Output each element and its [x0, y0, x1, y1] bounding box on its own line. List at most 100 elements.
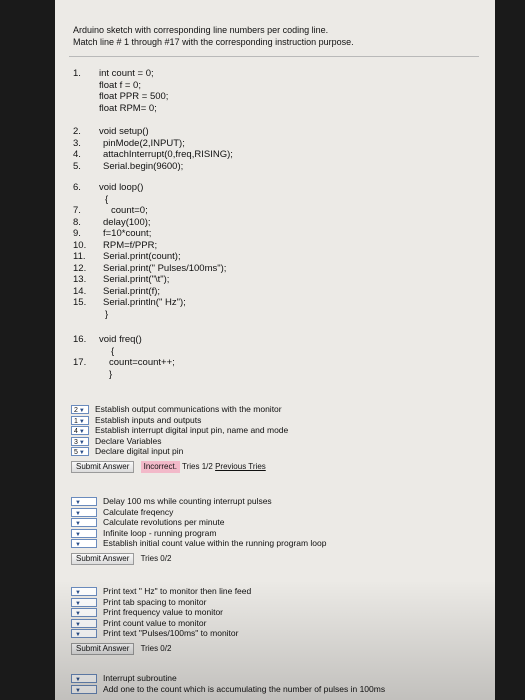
dropdown-arrow-icon: ▼	[75, 600, 81, 607]
answer-select[interactable]: ▼	[71, 629, 97, 639]
code-brace: {	[105, 193, 109, 205]
code-line: float PPR = 500;	[99, 91, 169, 102]
answer-select[interactable]: ▼	[71, 497, 97, 507]
code-line: count=0;	[111, 205, 148, 216]
answer-select[interactable]: 2▼	[71, 405, 89, 415]
dropdown-arrow-icon: ▼	[75, 542, 81, 549]
answer-select[interactable]: 1▼	[71, 415, 89, 425]
code-line: float f = 0;	[99, 79, 141, 91]
header-divider	[69, 56, 479, 57]
dropdown-arrow-icon: ▼	[78, 450, 85, 457]
dropdown-arrow-icon: ▼	[78, 429, 85, 436]
code-line: void setup()	[99, 126, 149, 137]
line-number: 8.	[73, 216, 81, 228]
line-number: 2.	[73, 126, 81, 137]
line-number: 14.	[73, 285, 87, 297]
code-line: float RPM= 0;	[99, 102, 157, 114]
dropdown-arrow-icon: ▼	[78, 418, 85, 425]
code-line: count=count++;	[109, 357, 175, 368]
match-label: Delay 100 ms while counting interrupt pu…	[103, 496, 272, 506]
match-label: Declare Variables	[95, 435, 162, 446]
code-line: Serial.println(" Hz");	[103, 297, 186, 308]
match-row: ▼ Calculate revolutions per minute	[71, 517, 327, 528]
line-number: 1.	[73, 68, 81, 79]
code-line: void loop()	[99, 182, 144, 193]
match-row: ▼ Interrupt subroutine	[71, 673, 385, 684]
match-label: Infinite loop - running program	[103, 527, 217, 538]
match-label: Print count value to monitor	[103, 617, 207, 628]
tries-count: Tries 0/2	[140, 553, 172, 563]
answer-select[interactable]: ▼	[71, 507, 97, 517]
answer-select[interactable]: ▼	[71, 518, 97, 528]
match-label: Interrupt subroutine	[103, 673, 177, 683]
match-label: Calculate freqency	[103, 506, 174, 517]
answer-select[interactable]: ▼	[71, 587, 97, 597]
line-number: 7.	[73, 205, 81, 216]
line-number: 12.	[73, 262, 87, 274]
code-line: Serial.print(f);	[103, 285, 161, 297]
answer-select[interactable]: ▼	[71, 608, 97, 618]
code-line: RPM=f/PPR;	[103, 239, 158, 251]
line-number: 5.	[73, 160, 81, 172]
answer-select[interactable]: ▼	[71, 597, 97, 607]
line-number: 16.	[73, 334, 87, 345]
match-label: Print tab spacing to monitor	[103, 596, 207, 607]
match-label: Establish inputs and outputs	[95, 414, 202, 425]
answer-select[interactable]: ▼	[71, 674, 97, 684]
match-row: ▼ Print text "Pulses/100ms" to monitor	[71, 628, 251, 639]
match-label: Print text "Pulses/100ms" to monitor	[103, 628, 239, 638]
answer-controls: Submit Answer Tries 0/2	[71, 552, 327, 565]
worksheet-page: Arduino sketch with corresponding line n…	[55, 0, 495, 700]
code-brace: }	[105, 308, 109, 320]
line-number: 15.	[73, 297, 87, 308]
match-row: ▼ Infinite loop - running program	[71, 528, 327, 539]
code-line: pinMode(2,INPUT);	[103, 137, 185, 149]
submit-answer-button[interactable]: Submit Answer	[71, 642, 135, 655]
matching-question-4: ▼ Interrupt subroutine ▼ Add one to the co…	[71, 673, 385, 694]
dropdown-arrow-icon: ▼	[75, 611, 81, 618]
submit-answer-button[interactable]: Submit Answer	[71, 552, 135, 565]
answer-select[interactable]: 3▼	[71, 436, 89, 446]
code-line: Serial.begin(9600);	[103, 160, 184, 172]
match-row: ▼ Add one to the count which is accumulat…	[71, 684, 385, 695]
match-row: ▼ Delay 100 ms while counting interrupt p…	[71, 496, 327, 507]
tries-count: Tries 0/2	[140, 643, 172, 653]
answer-select[interactable]: ▼	[71, 618, 97, 628]
match-label: Declare digital input pin	[95, 446, 184, 456]
matching-question-3: ▼ Print text " Hz" to monitor then line f…	[71, 586, 251, 655]
instructions-header: Arduino sketch with corresponding line n…	[73, 24, 354, 48]
answer-select[interactable]: 4▼	[71, 426, 89, 436]
submit-answer-button[interactable]: Submit Answer	[71, 460, 135, 473]
match-row: 2▼ Establish output communications with t…	[71, 404, 288, 415]
tries-count: Tries 1/2	[182, 461, 213, 471]
answer-select[interactable]: 5▼	[71, 447, 89, 457]
match-label: Establish initial count value within the…	[103, 538, 327, 548]
dropdown-arrow-icon: ▼	[78, 439, 85, 446]
line-number: 4.	[73, 149, 81, 160]
answer-select[interactable]: ▼	[71, 528, 97, 538]
code-line: int count = 0;	[99, 68, 154, 79]
code-line: Serial.print("\t");	[103, 274, 170, 285]
previous-tries-link[interactable]: Previous Tries	[215, 462, 266, 471]
answer-select[interactable]: ▼	[71, 539, 97, 549]
matching-question-1: 2▼ Establish output communications with t…	[71, 404, 288, 473]
code-brace: }	[109, 368, 113, 380]
dropdown-arrow-icon: ▼	[75, 621, 81, 628]
line-number: 9.	[73, 228, 81, 239]
code-line: delay(100);	[103, 216, 151, 228]
match-label: Establish interrupt digital input pin, n…	[95, 425, 289, 435]
answer-select[interactable]: ▼	[71, 684, 97, 694]
code-brace: {	[111, 345, 115, 357]
match-row: ▼ Print tab spacing to monitor	[71, 597, 251, 608]
dropdown-arrow-icon: ▼	[78, 408, 85, 415]
match-label: Establish output communications with the…	[95, 404, 282, 414]
line-number: 10.	[73, 239, 87, 251]
line-number: 17.	[73, 357, 87, 368]
match-row: ▼ Print count value to monitor	[71, 618, 251, 629]
code-line: Serial.print(" Pulses/100ms");	[103, 262, 227, 274]
line-number: 13.	[73, 274, 87, 285]
match-label: Calculate revolutions per minute	[103, 517, 225, 527]
match-row: 1▼ Establish inputs and outputs	[71, 415, 288, 426]
match-row: ▼ Establish initial count value within th…	[71, 538, 327, 549]
incorrect-badge: Incorrect.	[140, 460, 180, 473]
